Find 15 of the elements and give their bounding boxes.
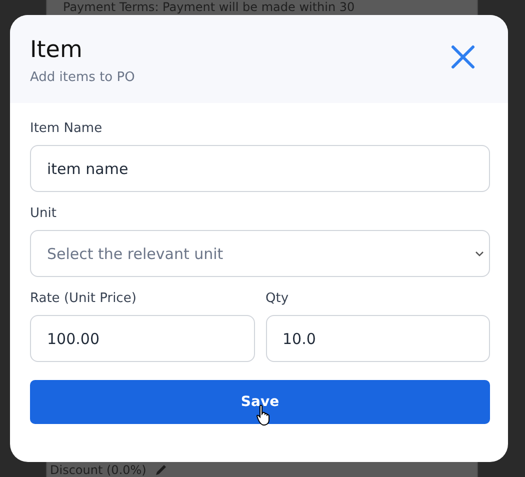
input-field[interactable]: item name (30, 145, 490, 192)
input-field[interactable]: 10.0 (266, 315, 490, 362)
dialog-title: Item (30, 36, 84, 64)
save-button[interactable]: Save (30, 380, 490, 424)
unit-dropdown[interactable]: Select the relevant unit (30, 230, 490, 277)
field-label: Qty (266, 291, 290, 307)
field-label: Rate (Unit Price) (30, 291, 138, 307)
close-icon[interactable] (451, 45, 475, 69)
field-label: Unit (30, 206, 58, 222)
background-text: Payment Terms: Payment will be made within 30 (62, 0, 355, 14)
field-label: Item Name (30, 121, 104, 137)
input-field[interactable]: 100.00 (30, 315, 254, 362)
background-text: Discount (0.0%) (50, 463, 146, 477)
dialog-subtitle: Add items to PO (30, 70, 135, 84)
chevron-down-icon (475, 250, 484, 256)
